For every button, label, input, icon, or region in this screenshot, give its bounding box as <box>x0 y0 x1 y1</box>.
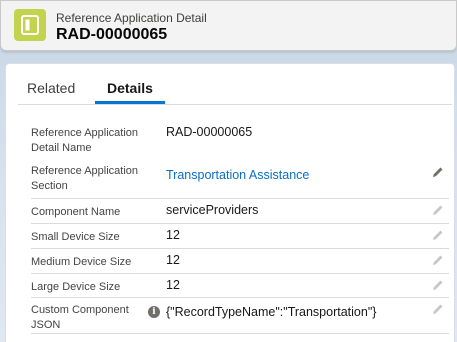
pencil-icon[interactable] <box>432 166 444 178</box>
tab-details[interactable]: Details <box>107 80 153 96</box>
pencil-icon[interactable] <box>432 204 444 216</box>
field-value: serviceProviders <box>166 203 259 217</box>
field-medium-device-size: Medium Device Size 12 <box>31 249 449 274</box>
field-reference-application-detail-name: Reference Application Detail Name RAD-00… <box>31 117 449 157</box>
field-label: Reference Application Detail Name <box>31 127 139 154</box>
tab-related[interactable]: Related <box>27 80 75 96</box>
record-title: RAD-00000065 <box>56 26 168 43</box>
pencil-icon[interactable] <box>432 303 444 315</box>
field-label: Small Device Size <box>31 231 120 243</box>
field-component-name: Component Name serviceProviders <box>31 199 449 224</box>
field-label: Large Device Size <box>31 281 121 293</box>
object-label: Reference Application Detail <box>56 11 207 25</box>
field-value: 12 <box>166 253 180 267</box>
section-link[interactable]: Transportation Assistance <box>166 168 309 182</box>
info-icon[interactable]: i <box>148 306 160 318</box>
field-label: Medium Device Size <box>31 256 132 268</box>
tab-divider <box>18 104 452 105</box>
field-value: {"RecordTypeName":"Transportation"} <box>166 305 377 319</box>
field-custom-component-json: Custom Component JSON i {"RecordTypeName… <box>31 298 449 334</box>
field-value: 12 <box>166 278 180 292</box>
field-label: Custom Component JSON <box>31 304 129 331</box>
tab-bar: Related Details <box>6 64 454 105</box>
field-reference-application-section: Reference Application Section Transporta… <box>31 157 449 199</box>
field-value: RAD-00000065 <box>166 125 253 139</box>
details-card: Related Details Reference Application De… <box>5 63 455 342</box>
pencil-icon[interactable] <box>432 279 444 291</box>
field-value: 12 <box>166 228 180 242</box>
record-header: Reference Application Detail RAD-0000006… <box>0 0 457 51</box>
pencil-icon[interactable] <box>432 229 444 241</box>
field-large-device-size: Large Device Size 12 <box>31 274 449 298</box>
record-icon <box>14 9 46 41</box>
field-label: Reference Application Section <box>31 165 139 192</box>
field-label: Component Name <box>31 206 121 218</box>
pencil-icon[interactable] <box>432 254 444 266</box>
field-small-device-size: Small Device Size 12 <box>31 224 449 249</box>
